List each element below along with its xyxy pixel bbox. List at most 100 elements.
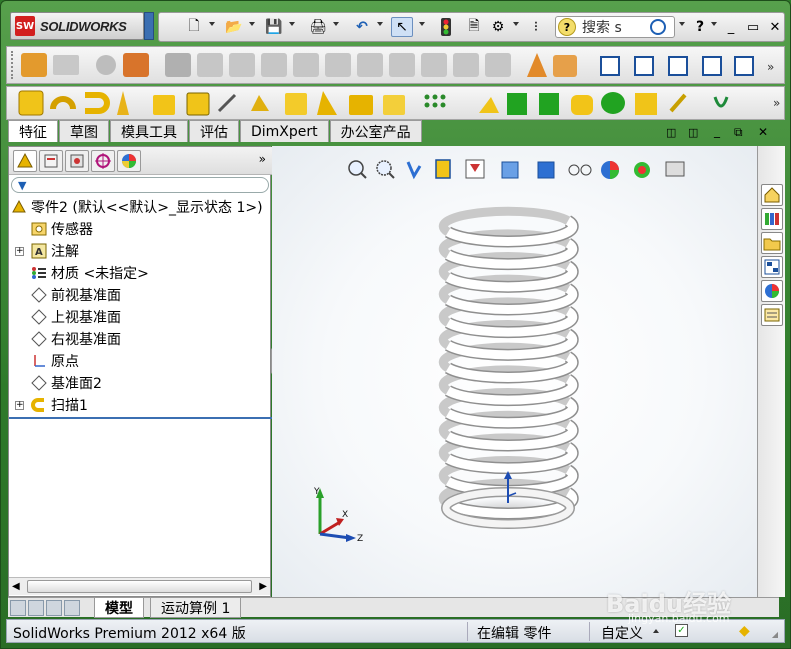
tag-icon[interactable]: ◆ (739, 623, 750, 639)
rebuild-traffic-light-icon[interactable] (435, 17, 457, 37)
plane-icon (31, 309, 47, 325)
maximize-icon[interactable]: ▭ (743, 17, 763, 37)
chevron-down-icon[interactable] (377, 22, 383, 26)
options-gear-icon[interactable]: ⚙ (487, 17, 509, 37)
resize-grip-icon[interactable]: ◢ (772, 630, 778, 639)
tree-item-material[interactable]: 材质 <未指定> (31, 263, 149, 283)
expand-toggle-icon[interactable]: + (15, 401, 24, 410)
scroll-right-icon[interactable]: ▶ (259, 581, 267, 592)
shell-icon (539, 93, 559, 115)
tree-item-sensors[interactable]: 传感器 (31, 219, 93, 239)
status-product: SolidWorks Premium 2012 x64 版 (13, 626, 246, 642)
tree-root-part[interactable]: 零件2 (默认<<默认>_显示状态 1>) (11, 197, 263, 217)
reference-geometry-icon (635, 93, 657, 115)
dimxpert-manager-tab-icon[interactable] (91, 150, 115, 172)
graphics-area[interactable]: Y X Z (272, 146, 757, 597)
tab-mold-tools[interactable]: 模具工具 (110, 120, 188, 142)
chevron-down-icon[interactable] (289, 22, 295, 26)
feature-manager-tab-icon[interactable] (13, 150, 37, 172)
chevron-down-icon[interactable] (679, 22, 685, 26)
filter-funnel-icon: ▼ (18, 179, 27, 192)
svg-text:A: A (35, 247, 43, 258)
tab-office-products[interactable]: 办公室产品 (329, 120, 422, 142)
chevron-down-icon[interactable] (209, 22, 215, 26)
chevron-down-icon[interactable] (333, 22, 339, 26)
horizontal-scrollbar[interactable]: ◀ ▶ (9, 577, 270, 595)
open-folder-icon[interactable]: 📂 (223, 17, 245, 37)
tree-item-label: 材质 <未指定> (51, 266, 149, 282)
previous-tab-icon[interactable] (28, 600, 44, 616)
boundary-boss-icon (153, 95, 175, 115)
tab-sketch[interactable]: 草图 (59, 120, 109, 142)
help-button[interactable]: ? (689, 17, 711, 37)
next-tab-icon[interactable] (46, 600, 62, 616)
design-library-icon[interactable] (761, 208, 783, 230)
appearances-icon[interactable] (761, 280, 783, 302)
units-selector[interactable]: 自定义 (601, 623, 643, 643)
rebuild-status-icon[interactable]: ✓ (675, 624, 688, 637)
close-icon[interactable]: ✕ (765, 17, 785, 37)
command-search-icon[interactable]: ⁝ (525, 17, 547, 37)
tab-dimxpert[interactable]: DimXpert (240, 120, 329, 142)
tree-filter-input[interactable]: ▼ (11, 177, 269, 193)
grayed-tool-icon (53, 55, 79, 75)
spring-coil-back (438, 206, 571, 236)
tree-item-right-plane[interactable]: 右视基准面 (31, 329, 121, 349)
chevron-down-icon[interactable] (419, 22, 425, 26)
scroll-thumb[interactable] (27, 580, 252, 593)
property-manager-tab-icon[interactable] (39, 150, 63, 172)
view-palette-icon[interactable] (761, 256, 783, 278)
tab-model[interactable]: 模型 (94, 598, 144, 618)
scroll-left-icon[interactable]: ◀ (12, 581, 20, 592)
grayed-tool-icon (389, 53, 415, 77)
status-separator (589, 622, 590, 641)
chevron-down-icon[interactable] (249, 22, 255, 26)
last-tab-icon[interactable] (64, 600, 80, 616)
tree-item-plane2[interactable]: 基准面2 (31, 373, 102, 393)
tab-features[interactable]: 特征 (8, 120, 58, 142)
search-input[interactable]: ? 搜索 s (555, 16, 675, 38)
configuration-manager-tab-icon[interactable] (65, 150, 89, 172)
chevron-down-icon[interactable] (513, 22, 519, 26)
tile-icon[interactable]: ◫ (688, 126, 698, 139)
restore-split-icon[interactable]: ◫ (666, 126, 676, 139)
tree-item-origin[interactable]: 原点 (31, 351, 79, 371)
tree-item-top-plane[interactable]: 上视基准面 (31, 307, 121, 327)
chevron-down-icon[interactable] (711, 22, 717, 26)
draft-icon (507, 93, 527, 115)
solidworks-logo[interactable]: SW SOLIDWORKS (10, 12, 144, 40)
solidworks-resources-icon[interactable] (761, 184, 783, 206)
file-explorer-icon[interactable] (761, 232, 783, 254)
close-doc-icon[interactable]: ✕ (758, 125, 768, 139)
undo-icon[interactable]: ↶ (351, 17, 373, 37)
tab-motion-study-1[interactable]: 运动算例 1 (150, 598, 242, 618)
print-icon[interactable]: 🖨 (307, 17, 329, 37)
save-icon[interactable]: 💾 (263, 17, 285, 37)
document-window-controls: ◫ ◫ _ ⧉ ✕ (660, 124, 780, 146)
file-properties-icon[interactable]: 🗎 (463, 17, 485, 37)
overflow-chevron-icon[interactable]: » (259, 152, 266, 166)
chevron-up-icon[interactable] (653, 629, 659, 633)
select-pointer-icon[interactable]: ↖ (391, 17, 413, 37)
tree-item-annotations[interactable]: A 注解 (31, 241, 79, 261)
tree-item-sweep1[interactable]: 扫描1 (31, 395, 88, 415)
search-icon[interactable] (650, 19, 666, 35)
part-icon (11, 199, 27, 215)
rollback-bar[interactable] (9, 417, 272, 419)
display-manager-tab-icon[interactable] (117, 150, 141, 172)
tab-evaluate[interactable]: 评估 (189, 120, 239, 142)
expand-toggle-icon[interactable]: + (15, 247, 24, 256)
minimize-icon[interactable]: _ (721, 17, 741, 37)
swept-cut-icon (285, 93, 307, 115)
restore-doc-icon[interactable]: ⧉ (734, 125, 743, 140)
custom-properties-icon[interactable] (761, 304, 783, 326)
rib-icon (479, 97, 499, 113)
minimize-doc-icon[interactable]: _ (714, 124, 720, 138)
tree-item-front-plane[interactable]: 前视基准面 (31, 285, 121, 305)
feature-tree: 零件2 (默认<<默认>_显示状态 1>) 传感器 + A 注解 材质 <未指定… (9, 195, 272, 417)
new-document-icon[interactable]: 🗋 (183, 17, 205, 37)
grayed-tool-icon (357, 53, 383, 77)
first-tab-icon[interactable] (10, 600, 26, 616)
menu-flyout-arrow-icon[interactable] (144, 12, 154, 40)
overflow-chevron-icon: » (767, 60, 774, 74)
